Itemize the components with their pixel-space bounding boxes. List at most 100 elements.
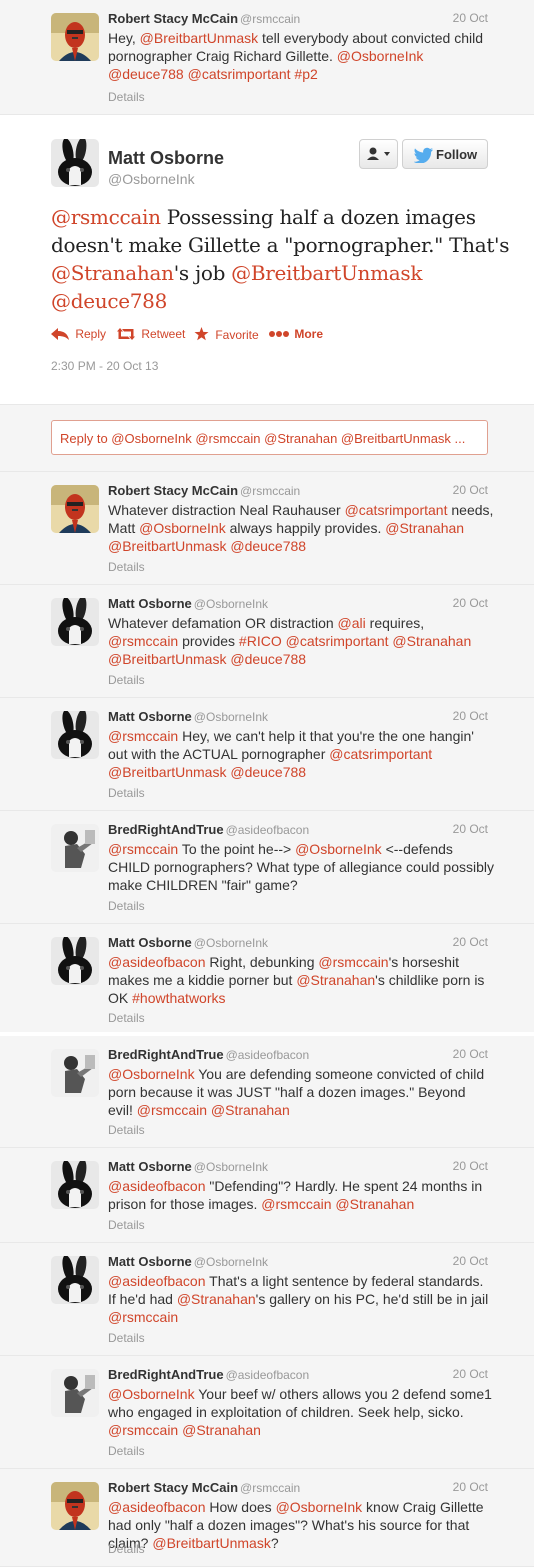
favorite-action[interactable]: Favorite	[194, 327, 259, 342]
details-link[interactable]: Details	[108, 1011, 145, 1025]
tweet-author-name[interactable]: Robert Stacy McCain	[108, 1480, 238, 1495]
tweet-date[interactable]: 20 Oct	[453, 709, 488, 723]
tweet-author-handle[interactable]: @rsmccain	[240, 1481, 300, 1495]
tweet-author-handle[interactable]: @OsborneInk	[194, 597, 268, 611]
details-link[interactable]: Details	[108, 560, 145, 574]
face-avatar[interactable]	[51, 13, 99, 61]
rabbit-avatar[interactable]	[51, 937, 99, 985]
tweet-text: @rsmccain To the point he--> @OsborneInk…	[108, 841, 494, 893]
tweet-item[interactable]: Robert Stacy McCain @rsmccain 20 Oct @aside…	[0, 1469, 534, 1567]
tweet-author-handle[interactable]: @OsborneInk	[194, 936, 268, 950]
tweet-date[interactable]: 20 Oct	[453, 483, 488, 497]
section-divider	[0, 1032, 534, 1036]
tweet-item[interactable]: Matt Osborne @OsborneInk 20 Oct Whatever de…	[0, 585, 534, 698]
tweet-item[interactable]: Robert Stacy McCain @rsmccain 20 Oct Whatev…	[0, 472, 534, 585]
rabbit-avatar[interactable]	[51, 139, 99, 187]
tweet-author-name[interactable]: BredRightAndTrue	[108, 822, 224, 837]
tweet-author-name[interactable]: Matt Osborne	[108, 1254, 192, 1269]
tweet-author-name[interactable]: BredRightAndTrue	[108, 1367, 224, 1382]
tweet-item[interactable]: Matt Osborne @OsborneInk 20 Oct @asideofbac…	[0, 924, 534, 1036]
tweet-timestamp[interactable]: 2:30 PM - 20 Oct 13	[51, 359, 158, 373]
follow-button[interactable]: Follow	[402, 139, 488, 169]
face-avatar[interactable]	[51, 1482, 99, 1530]
tweet-author-handle[interactable]: @OsborneInk	[194, 710, 268, 724]
details-link[interactable]: Details	[108, 1331, 145, 1345]
person-avatar[interactable]	[51, 1369, 99, 1417]
tweet-date[interactable]: 20 Oct	[453, 11, 488, 25]
tweet-author-handle[interactable]: @asideofbacon	[226, 823, 310, 837]
tweet-author-name[interactable]: BredRightAndTrue	[108, 1047, 224, 1062]
tweet-text: @asideofbacon That's a light sentence by…	[108, 1273, 489, 1325]
reply-area: Reply to @OsborneInk @rsmccain @Stranaha…	[0, 405, 534, 472]
tweet-author-name[interactable]: Matt Osborne	[108, 935, 192, 950]
tweet-author-handle[interactable]: @asideofbacon	[226, 1368, 310, 1382]
tweet-header: Matt Osborne @OsborneInk 20 Oct	[108, 1254, 488, 1269]
tweet-item[interactable]: Robert Stacy McCain @rsmccain 20 Oct Hey, @…	[0, 0, 534, 115]
tweet-text: @OsborneInk Your beef w/ others allows y…	[108, 1386, 492, 1438]
details-link[interactable]: Details	[108, 1444, 145, 1458]
tweet-date[interactable]: 20 Oct	[453, 1367, 488, 1381]
retweet-action[interactable]: Retweet	[117, 327, 185, 341]
rabbit-avatar[interactable]	[51, 598, 99, 646]
tweet-item[interactable]: Matt Osborne @OsborneInk 20 Oct @rsmccain H…	[0, 698, 534, 811]
tweet-date[interactable]: 20 Oct	[453, 1159, 488, 1173]
tweet-author-name[interactable]: Robert Stacy McCain	[108, 11, 238, 26]
tweet-header: BredRightAndTrue @asideofbacon 20 Oct	[108, 1047, 488, 1062]
tweet-item[interactable]: BredRightAndTrue @asideofbacon 20 Oct @Osbo…	[0, 1356, 534, 1469]
tweet-header: Robert Stacy McCain @rsmccain 20 Oct	[108, 1480, 488, 1495]
tweet-text: @asideofbacon Right, debunking @rsmccain…	[108, 954, 485, 1006]
person-avatar[interactable]	[51, 824, 99, 872]
tweet-author-name[interactable]: Robert Stacy McCain	[108, 483, 238, 498]
star-icon	[194, 327, 209, 341]
tweet-author-handle[interactable]: @OsborneInk	[194, 1255, 268, 1269]
tweet-item[interactable]: BredRightAndTrue @asideofbacon 20 Oct @Osbo…	[0, 1036, 534, 1148]
reply-label: Reply	[75, 327, 107, 341]
tweet-author-handle[interactable]: @OsborneInk	[194, 1160, 268, 1174]
person-avatar[interactable]	[51, 1049, 99, 1097]
tweet-text: @rsmccain Hey, we can't help it that you…	[108, 728, 474, 780]
tweet-author-handle[interactable]: @rsmccain	[240, 12, 300, 26]
tweet-header: Robert Stacy McCain @rsmccain 20 Oct	[108, 483, 488, 498]
details-link[interactable]: Details	[108, 899, 145, 913]
tweet-item[interactable]: BredRightAndTrue @asideofbacon 20 Oct @rsmc…	[0, 811, 534, 924]
tweet-author-handle[interactable]: @rsmccain	[240, 484, 300, 498]
user-icon	[367, 147, 390, 160]
tweet-author-name[interactable]: Matt Osborne	[108, 709, 192, 724]
rabbit-avatar[interactable]	[51, 1161, 99, 1209]
details-link[interactable]: Details	[108, 786, 145, 800]
details-link[interactable]: Details	[108, 1123, 145, 1137]
tweet-date[interactable]: 20 Oct	[453, 935, 488, 949]
more-action[interactable]: More	[269, 327, 323, 341]
details-link[interactable]: Details	[108, 90, 145, 104]
rabbit-avatar[interactable]	[51, 1256, 99, 1304]
tweet-text: Hey, @BreitbartUnmask tell everybody abo…	[108, 30, 484, 82]
tweet-item[interactable]: Matt Osborne @OsborneInk 20 Oct @asideofbac…	[0, 1243, 534, 1356]
expanded-tweet: Matt Osborne @OsborneInk Follow @rsmccai…	[0, 117, 534, 405]
details-link[interactable]: Details	[108, 1218, 145, 1232]
retweet-label: Retweet	[141, 327, 186, 341]
tweet-date[interactable]: 20 Oct	[453, 1480, 488, 1494]
tweet-date[interactable]: 20 Oct	[453, 596, 488, 610]
main-tweet-author-handle[interactable]: @OsborneInk	[108, 171, 195, 187]
tweet-header: BredRightAndTrue @asideofbacon 20 Oct	[108, 822, 488, 837]
twitter-bird-icon	[414, 147, 433, 163]
tweet-date[interactable]: 20 Oct	[453, 822, 488, 836]
reply-icon	[51, 328, 69, 340]
details-link[interactable]: Details	[108, 673, 145, 687]
more-label: More	[294, 327, 324, 341]
follow-button-label: Follow	[436, 147, 478, 162]
tweet-header: Robert Stacy McCain @rsmccain 20 Oct	[108, 11, 488, 26]
reply-action[interactable]: Reply	[51, 327, 106, 341]
tweet-date[interactable]: 20 Oct	[453, 1254, 488, 1268]
tweet-item[interactable]: Matt Osborne @OsborneInk 20 Oct @asideofbac…	[0, 1148, 534, 1243]
face-avatar[interactable]	[51, 485, 99, 533]
tweet-author-handle[interactable]: @asideofbacon	[226, 1048, 310, 1062]
user-actions-button[interactable]	[359, 139, 398, 169]
main-tweet-author-name[interactable]: Matt Osborne	[108, 148, 224, 169]
rabbit-avatar[interactable]	[51, 711, 99, 759]
reply-input[interactable]: Reply to @OsborneInk @rsmccain @Stranaha…	[51, 420, 488, 455]
tweet-author-name[interactable]: Matt Osborne	[108, 1159, 192, 1174]
details-link[interactable]: Details	[108, 1542, 145, 1556]
tweet-date[interactable]: 20 Oct	[453, 1047, 488, 1061]
tweet-author-name[interactable]: Matt Osborne	[108, 596, 192, 611]
